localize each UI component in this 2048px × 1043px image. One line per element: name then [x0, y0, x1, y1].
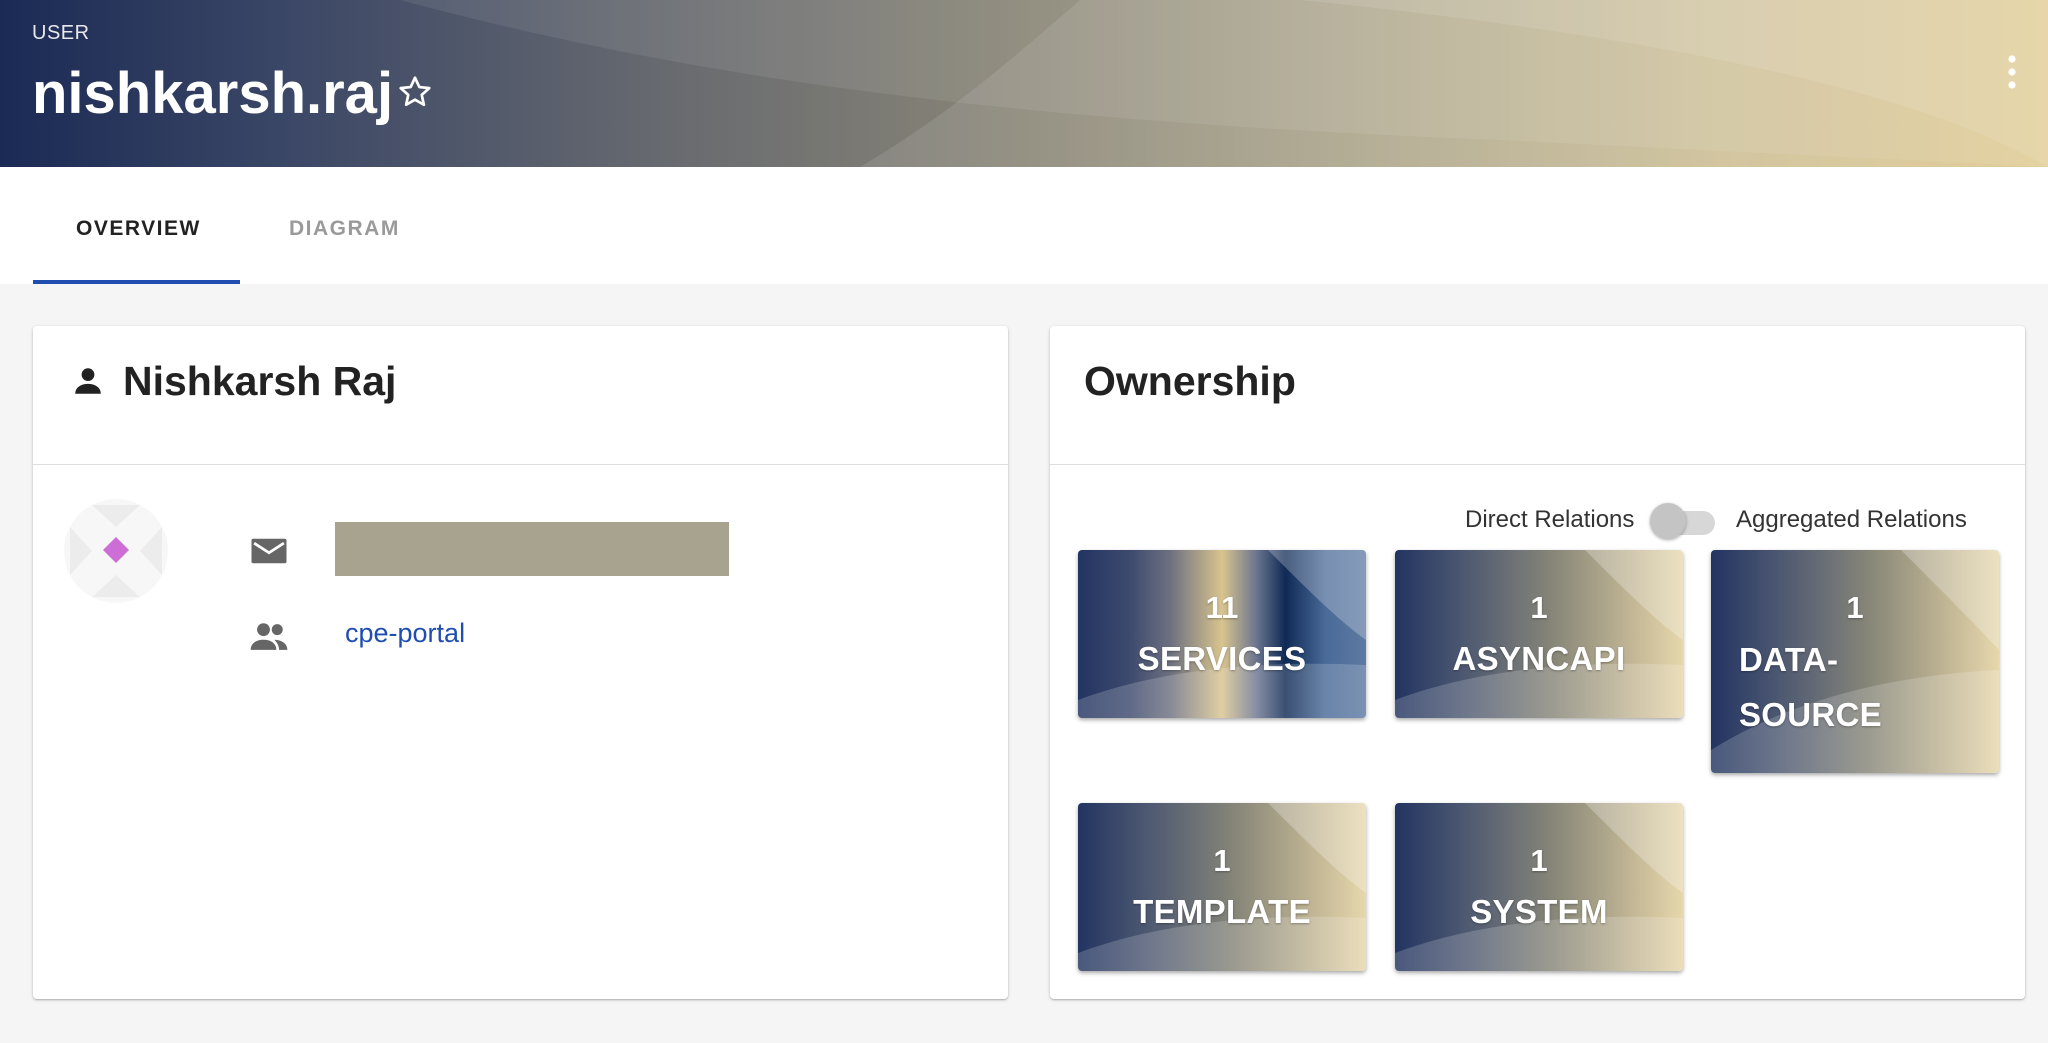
- direct-relations-label: Direct Relations: [1465, 506, 1635, 533]
- avatar: [64, 499, 168, 603]
- more-vertical-icon[interactable]: [2002, 52, 2022, 92]
- ownership-tile-asyncapi[interactable]: 1 ASYNCAPI: [1395, 550, 1683, 718]
- group-icon: [250, 623, 288, 650]
- ownership-tile-system[interactable]: 1 SYSTEM: [1395, 803, 1683, 971]
- card-divider: [1050, 464, 2025, 465]
- star-outline-icon[interactable]: [397, 74, 433, 110]
- group-link-cpe-portal[interactable]: cpe-portal: [345, 618, 465, 649]
- ownership-tile-services[interactable]: 11 SERVICES: [1078, 550, 1366, 718]
- tile-count: 1: [1530, 590, 1548, 625]
- tab-bar: OVERVIEW DIAGRAM: [0, 167, 2048, 284]
- tile-label: SYSTEM: [1470, 893, 1608, 930]
- email-icon: [251, 538, 287, 564]
- tile-label: DATA- SOURCE: [1711, 632, 1999, 742]
- ownership-title: Ownership: [1084, 358, 1296, 404]
- tile-count: 1: [1846, 590, 1864, 625]
- profile-card: Nishkarsh Raj cpe-portal: [33, 326, 1008, 999]
- aggregated-relations-label: Aggregated Relations: [1736, 506, 1967, 533]
- tile-label-line: DATA-: [1739, 641, 1839, 678]
- profile-name: Nishkarsh Raj: [123, 358, 397, 404]
- tile-wave-decoration: [1078, 803, 1366, 971]
- ownership-tile-template[interactable]: 1 TEMPLATE: [1078, 803, 1366, 971]
- active-tab-indicator: [33, 280, 240, 284]
- person-icon: [75, 368, 101, 394]
- tile-count: 1: [1530, 843, 1548, 878]
- tab-diagram[interactable]: DIAGRAM: [289, 217, 400, 241]
- tile-count: 11: [1205, 590, 1239, 625]
- entity-kind-label: USER: [32, 22, 90, 44]
- tile-label: SERVICES: [1137, 640, 1307, 677]
- tile-wave-decoration: [1078, 550, 1366, 718]
- page-header: USER nishkarsh.raj: [0, 0, 2048, 167]
- page-title: nishkarsh.raj: [32, 61, 394, 126]
- ownership-card: Ownership Direct Relations Aggregated Re…: [1050, 326, 2025, 999]
- card-divider: [33, 464, 1008, 465]
- tile-wave-decoration: [1395, 550, 1683, 718]
- relations-toggle-switch[interactable]: [1650, 503, 1686, 539]
- tile-label: TEMPLATE: [1133, 893, 1311, 930]
- tab-overview[interactable]: OVERVIEW: [76, 217, 201, 241]
- email-field-redacted: [335, 522, 729, 576]
- tile-wave-decoration: [1395, 803, 1683, 971]
- tile-count: 1: [1213, 843, 1231, 878]
- ownership-tile-data-source[interactable]: 1 DATA- SOURCE: [1711, 550, 1999, 773]
- tile-label-line: SOURCE: [1739, 696, 1882, 733]
- tile-label: ASYNCAPI: [1452, 640, 1626, 677]
